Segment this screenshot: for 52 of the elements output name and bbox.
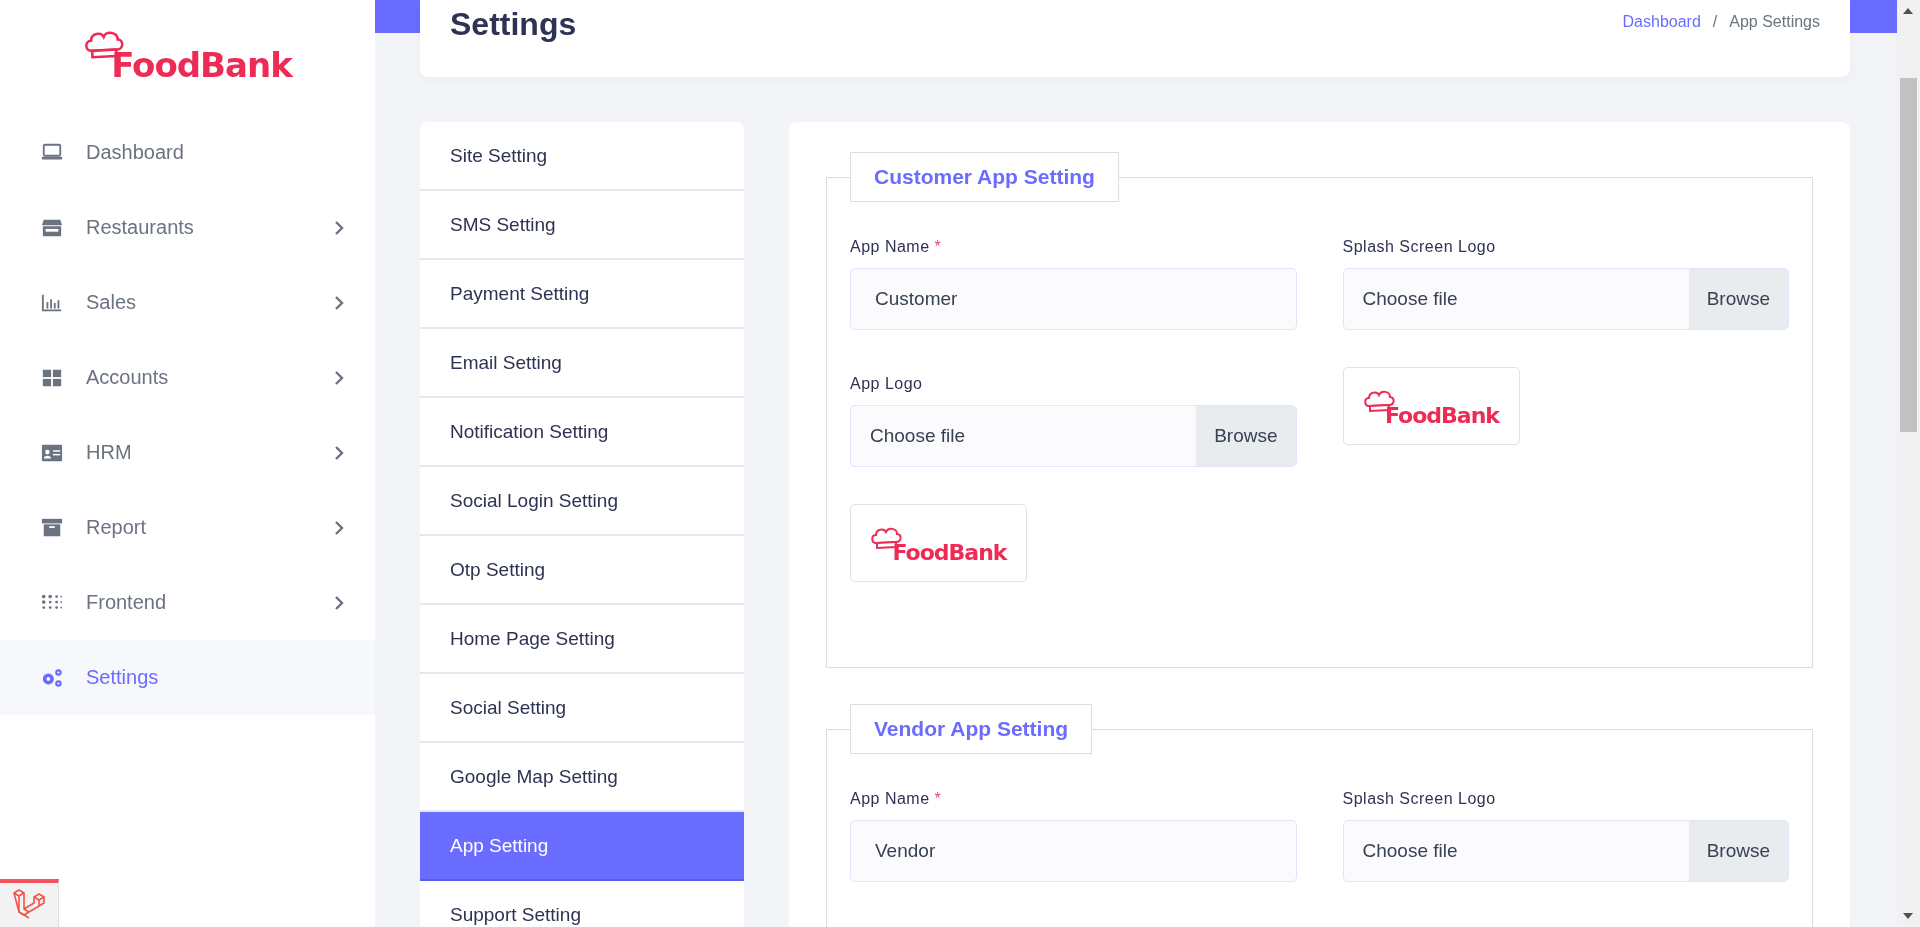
settings-menu-item[interactable]: Social Login Setting	[420, 467, 744, 536]
required-mark: *	[934, 790, 941, 808]
logo-text: FoodBank	[111, 44, 292, 85]
scrollbar[interactable]	[1897, 0, 1920, 927]
field-label: App Name	[850, 238, 930, 256]
settings-menu-item[interactable]: Support Setting	[420, 881, 744, 927]
field-label: App Name	[850, 790, 930, 808]
settings-menu-item[interactable]: App Setting	[420, 812, 744, 881]
field-label: Splash Screen Logo	[1342, 238, 1497, 256]
nav-item[interactable]: Dashboard	[0, 115, 375, 190]
settings-menu-item[interactable]: SMS Setting	[420, 191, 744, 260]
section-legend: Vendor App Setting	[850, 704, 1093, 754]
scrollbar-thumb[interactable]	[1900, 78, 1917, 432]
settings-menu-item[interactable]: Social Setting	[420, 674, 744, 743]
field-label: Splash Screen Logo	[1342, 790, 1497, 808]
text-field[interactable]: Customer	[850, 268, 1297, 330]
scroll-up-icon[interactable]	[1903, 8, 1913, 14]
logo-text: FoodBank	[1385, 403, 1499, 428]
page-title: Settings	[450, 6, 577, 43]
breadcrumb-link[interactable]: Dashboard	[1622, 13, 1701, 31]
nav-item[interactable]: Settings	[0, 640, 375, 715]
scroll-down-icon[interactable]	[1903, 913, 1913, 919]
archive-icon	[41, 516, 63, 539]
gears-icon	[41, 666, 63, 689]
settings-menu-item[interactable]: Otp Setting	[420, 536, 744, 605]
section-legend: Customer App Setting	[850, 152, 1119, 202]
nav-item[interactable]: Restaurants	[0, 190, 375, 265]
browse-button[interactable]: Browse	[1688, 821, 1788, 881]
logo-text: FoodBank	[892, 540, 1007, 565]
browse-button[interactable]: Browse	[1688, 269, 1788, 329]
nav-item[interactable]: Sales	[0, 265, 375, 340]
debugbar-button[interactable]	[0, 879, 59, 927]
breadcrumb-current: App Settings	[1729, 13, 1820, 31]
browse-button[interactable]: Browse	[1196, 406, 1296, 466]
file-field[interactable]: Choose file Browse	[1342, 820, 1789, 882]
settings-menu-item[interactable]: Site Setting	[420, 122, 744, 191]
nav-item[interactable]: HRM	[0, 415, 375, 490]
file-field[interactable]: Choose file Browse	[850, 405, 1297, 467]
settings-menu-item[interactable]: Payment Setting	[420, 260, 744, 329]
brand-logo[interactable]: FoodBank	[83, 22, 292, 93]
text-field[interactable]: Vendor	[850, 820, 1297, 882]
settings-menu-item[interactable]: Email Setting	[420, 329, 744, 398]
field-label: App Logo	[850, 375, 924, 393]
settings-menu-item[interactable]: Notification Setting	[420, 398, 744, 467]
required-mark: *	[934, 238, 941, 256]
nav-item[interactable]: Frontend	[0, 565, 375, 640]
breadcrumb-separator: /	[1712, 13, 1718, 31]
stacked-cubes-icon	[12, 888, 46, 922]
settings-menu-item[interactable]: Home Page Setting	[420, 605, 744, 674]
nav-item[interactable]: Report	[0, 490, 375, 565]
file-field[interactable]: Choose file Browse	[1342, 268, 1789, 330]
nav-item[interactable]: Accounts	[0, 340, 375, 415]
